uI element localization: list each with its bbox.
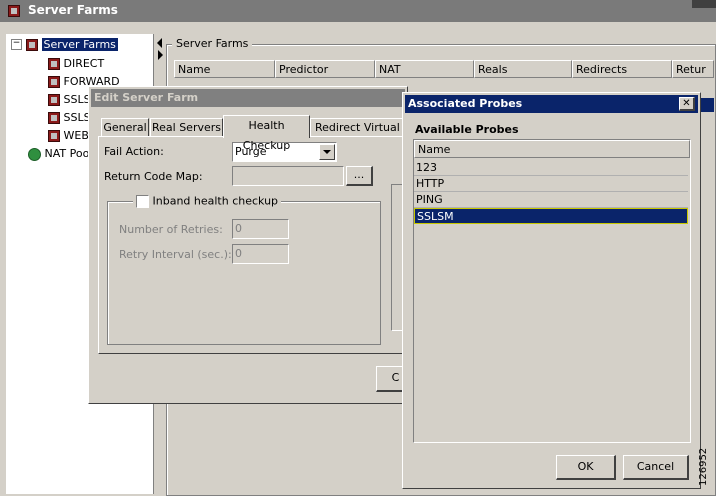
- return-code-field[interactable]: [232, 166, 344, 186]
- tree-expand-toggle[interactable]: −: [11, 39, 22, 50]
- probes-dialog-title-bar: Associated Probes ✕: [405, 95, 698, 113]
- tree-item-nat-pool[interactable]: NAT Poo: [28, 146, 89, 162]
- tab-label: Real Servers: [151, 121, 221, 134]
- tree-item-web[interactable]: WEB: [48, 128, 89, 144]
- probe-name: 123: [416, 161, 437, 174]
- collapse-left-arrow[interactable]: [157, 38, 162, 48]
- tree-root[interactable]: Server Farms: [26, 37, 118, 53]
- tree-item-label: WEB: [63, 129, 89, 142]
- probe-name: SSLSM: [417, 210, 454, 223]
- inband-checkbox-row[interactable]: Inband health checkup: [133, 194, 282, 208]
- probes-dialog-title: Associated Probes: [408, 97, 523, 110]
- tree-item-direct[interactable]: DIRECT: [48, 56, 104, 72]
- folder-icon: [26, 39, 38, 51]
- retry-interval-field[interactable]: 0: [232, 244, 289, 264]
- tab-general[interactable]: General: [101, 118, 149, 137]
- close-icon[interactable]: ✕: [679, 97, 695, 111]
- browse-label: ...: [353, 168, 365, 181]
- col-reals[interactable]: Reals: [474, 60, 572, 78]
- retry-interval-value: 0: [235, 247, 242, 260]
- return-code-label: Return Code Map:: [104, 170, 203, 183]
- probes-table: Name 123 HTTP PING SSLSM: [413, 139, 691, 443]
- browse-return-code-button[interactable]: ...: [346, 166, 373, 186]
- tree-item-ssls-2[interactable]: SSLS: [48, 110, 91, 126]
- retries-value: 0: [235, 222, 242, 235]
- probe-name: PING: [416, 193, 443, 206]
- inband-label: Inband health checkup: [152, 194, 279, 208]
- col-probe-name[interactable]: Name: [414, 140, 690, 158]
- server-farm-icon: [48, 58, 60, 70]
- table-row[interactable]: HTTP: [414, 176, 688, 192]
- associated-probes-dialog: Associated Probes ✕ Available Probes Nam…: [402, 92, 701, 489]
- close-glyph: ✕: [682, 98, 691, 109]
- server-farm-icon: [48, 76, 60, 88]
- tab-label: Redirect Virtual Se: [315, 121, 407, 134]
- edit-server-farm-dialog: Edit Server Farm General Real Servers He…: [88, 86, 416, 404]
- inband-checkbox[interactable]: [136, 194, 149, 208]
- col-nat[interactable]: NAT: [375, 60, 474, 78]
- col-name[interactable]: Name: [174, 60, 275, 78]
- table-row-selected[interactable]: SSLSM: [414, 208, 688, 224]
- tree-item-label: NAT Poo: [44, 147, 90, 160]
- dropdown-button[interactable]: [319, 144, 335, 160]
- tree-root-label: Server Farms: [41, 38, 118, 51]
- server-farm-icon: [48, 94, 60, 106]
- chevron-down-icon: [323, 150, 331, 154]
- tree-item-label: DIRECT: [63, 57, 105, 70]
- tab-real-servers[interactable]: Real Servers: [150, 118, 223, 137]
- panel-group-title: Server Farms: [172, 37, 253, 50]
- button-label: Cancel: [636, 460, 675, 473]
- retries-label: Number of Retries:: [119, 223, 223, 236]
- button-label: OK: [577, 460, 594, 473]
- retries-field[interactable]: 0: [232, 219, 289, 239]
- tab-label: Health Checkup: [242, 119, 291, 152]
- col-predictor[interactable]: Predictor: [275, 60, 375, 78]
- tree-item-label: SSLS: [63, 111, 91, 124]
- server-farm-icon: [48, 112, 60, 124]
- fail-action-label: Fail Action:: [104, 145, 164, 158]
- tab-health-checkup[interactable]: Health Checkup: [223, 115, 310, 152]
- expand-right-arrow[interactable]: [158, 50, 163, 60]
- title-divider: [692, 0, 716, 8]
- table-row[interactable]: 123: [414, 160, 688, 176]
- globe-icon: [28, 147, 41, 161]
- figure-code: 126952: [698, 447, 709, 486]
- edit-dialog-title: Edit Server Farm: [94, 91, 199, 104]
- ok-button[interactable]: OK: [556, 455, 616, 480]
- health-checkup-panel: Fail Action: Purge Return Code Map: ... …: [98, 136, 408, 354]
- col-redirects[interactable]: Redirects: [572, 60, 672, 78]
- available-probes-label: Available Probes: [415, 123, 519, 136]
- server-farm-icon: [8, 5, 20, 20]
- probe-name: HTTP: [416, 177, 445, 190]
- tab-redirect-virtual[interactable]: Redirect Virtual Se: [310, 118, 407, 136]
- main-title: Server Farms: [28, 3, 118, 17]
- tree-item-label: SSLS: [63, 93, 91, 106]
- table-row[interactable]: PING: [414, 192, 688, 208]
- button-label: C: [391, 371, 400, 384]
- col-return[interactable]: Retur: [672, 60, 714, 78]
- edit-dialog-title-bar: Edit Server Farm: [91, 89, 405, 107]
- tab-label: General: [103, 121, 147, 134]
- retry-interval-label: Retry Interval (sec.):: [119, 248, 232, 261]
- tree-item-ssls-1[interactable]: SSLS: [48, 92, 91, 108]
- server-farm-icon: [48, 130, 60, 142]
- main-title-bar: Server Farms: [0, 0, 716, 22]
- cancel-button[interactable]: Cancel: [623, 455, 689, 480]
